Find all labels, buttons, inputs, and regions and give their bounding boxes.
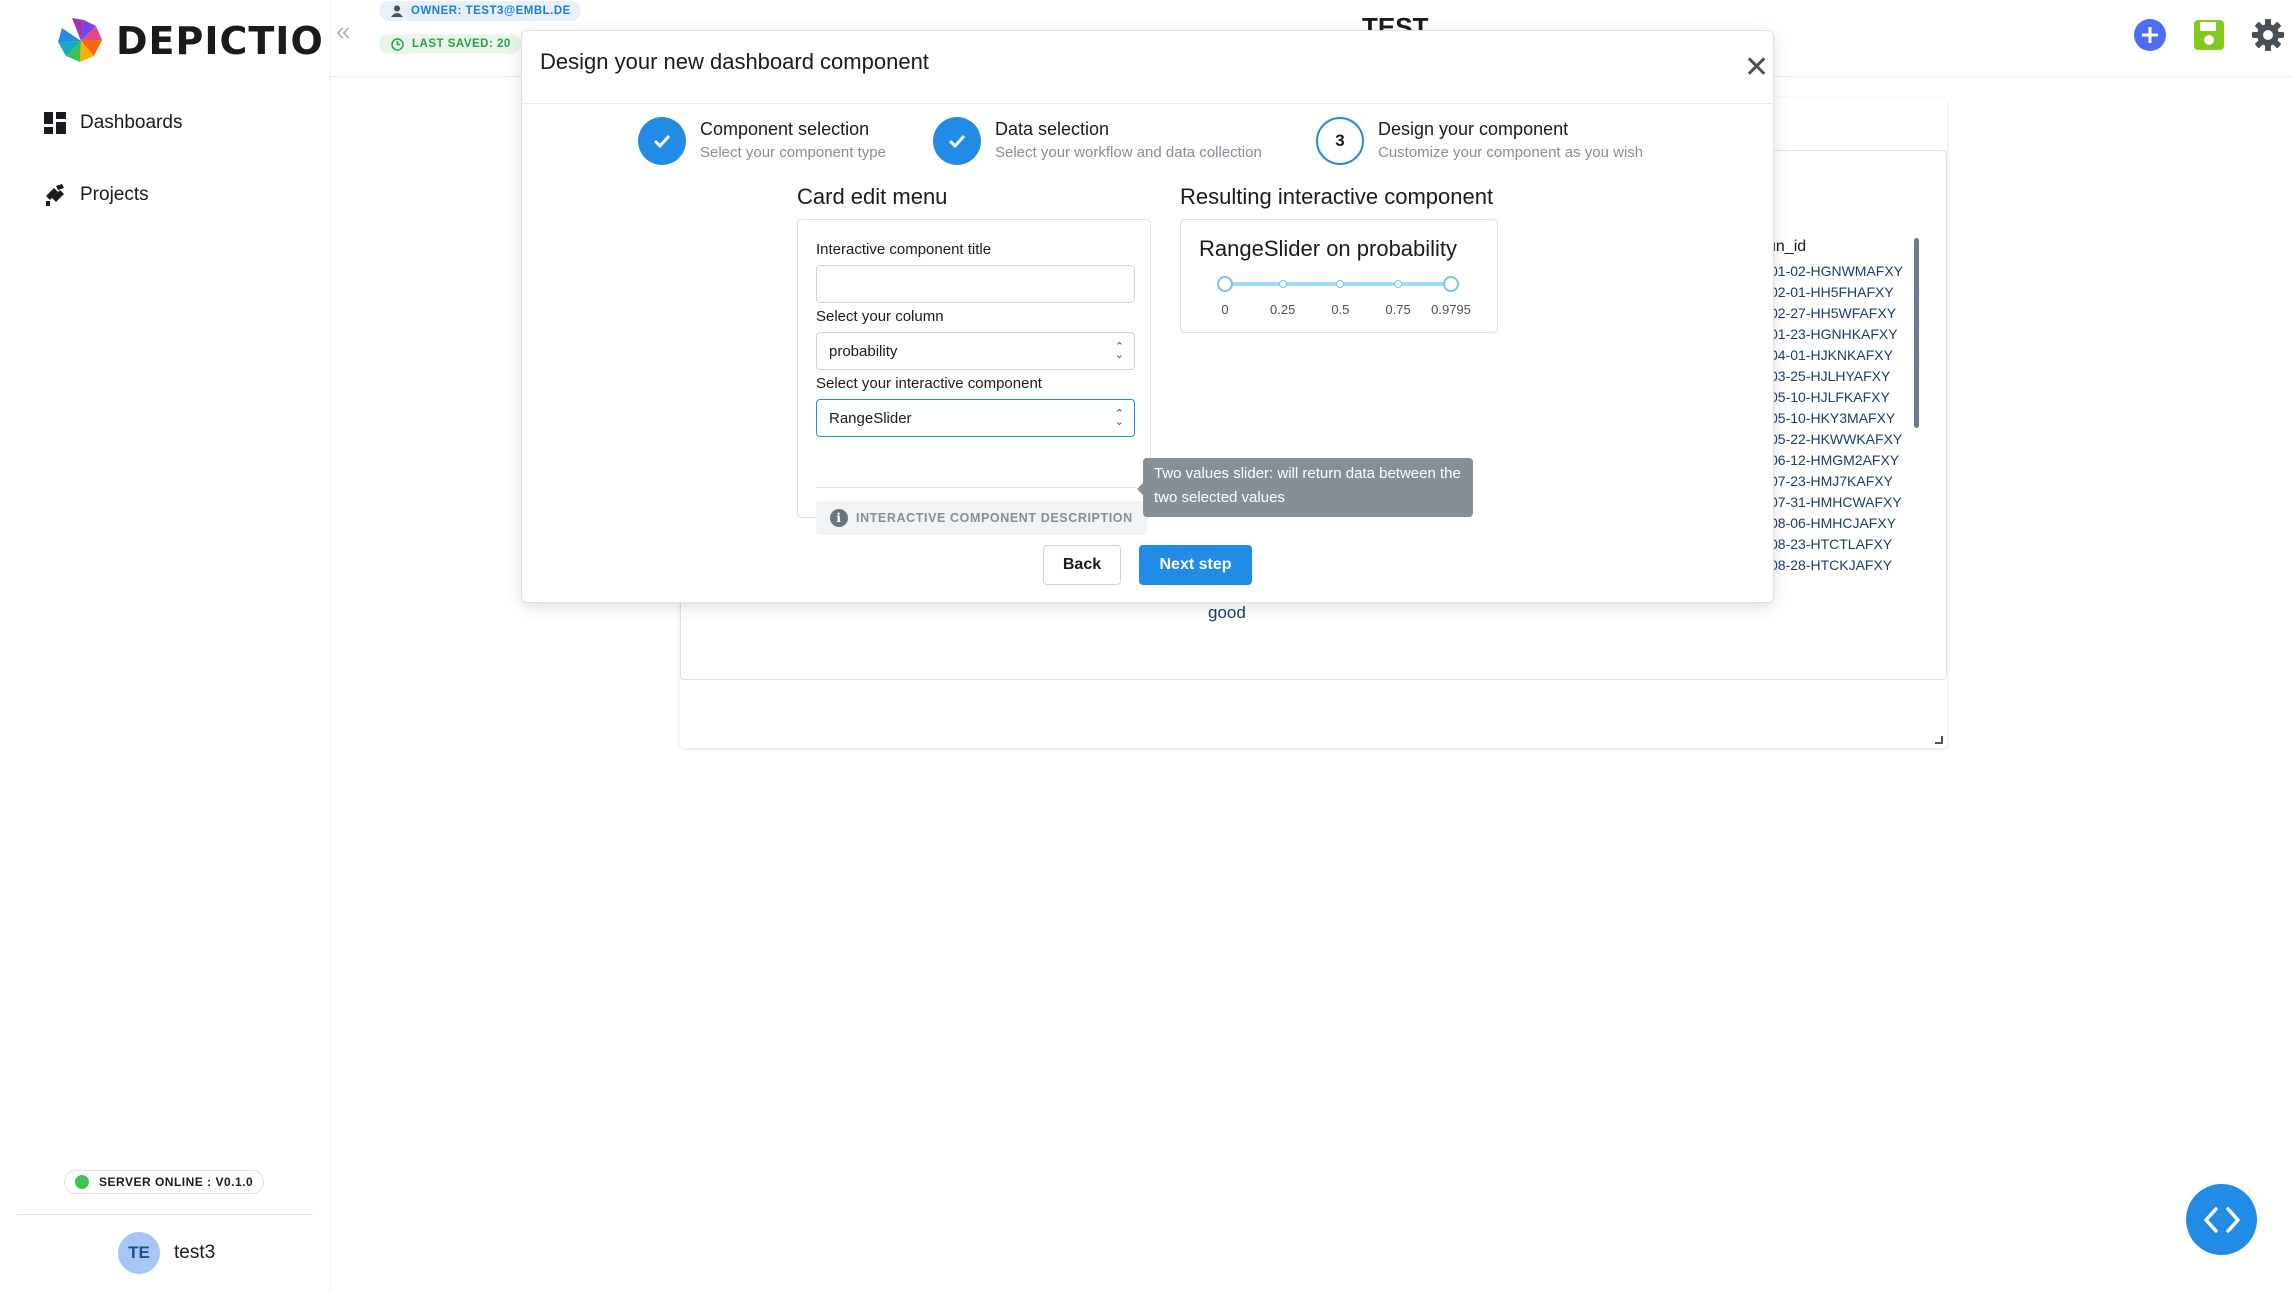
step-title: Component selection [700, 119, 870, 139]
column-select-label: Select your column [816, 308, 944, 325]
table-cell: good [1208, 603, 1246, 622]
table-scrollbar[interactable] [1914, 238, 1919, 428]
range-slider-min-thumb[interactable] [1217, 276, 1233, 292]
close-icon[interactable]: ✕ [1744, 53, 1769, 83]
sidebar: DEPICTIO Dashboards Projects SERVER ONLI… [0, 0, 331, 1293]
server-status-text: SERVER ONLINE : V0.1.0 [99, 1175, 254, 1189]
table-row: 07-23-HMJ7KAFXY [1770, 473, 1893, 489]
last-saved-badge: LAST SAVED: 20 [379, 34, 521, 54]
design-component-modal: Design your new dashboard component ✕ Co… [521, 30, 1774, 603]
user-profile[interactable]: TE test3 [118, 1232, 215, 1274]
info-icon: i [830, 509, 848, 527]
sidebar-item-label: Projects [80, 184, 149, 205]
table-row: 08-06-HMHCJAFXY [1770, 515, 1897, 531]
range-slider-max-thumb[interactable] [1443, 276, 1459, 292]
sidebar-item-label: Dashboards [80, 112, 183, 133]
component-description-label: INTERACTIVE COMPONENT DESCRIPTION [856, 511, 1133, 525]
component-select[interactable]: RangeSlider ⌃ ⌄ [816, 399, 1135, 437]
check-icon [638, 117, 686, 165]
avatar: TE [118, 1232, 160, 1274]
chevron-updown-icon: ⌃ ⌄ [1114, 408, 1124, 428]
owner-badge: OWNER: TEST3@EMBL.DE [379, 1, 581, 21]
last-saved-text: LAST SAVED: 20 [412, 38, 511, 50]
table-row: 07-31-HMHCWAFXY [1770, 494, 1902, 510]
brand-name: DEPICTIO [116, 19, 324, 63]
slider-mark [1278, 280, 1287, 288]
divider [816, 487, 1135, 488]
server-status-badge: SERVER ONLINE : V0.1.0 [64, 1170, 265, 1194]
collapse-sidebar-icon[interactable]: « [336, 16, 350, 47]
component-select-value: RangeSlider [829, 409, 912, 427]
slider-mark-label: 0 [1221, 302, 1229, 317]
result-preview-card: RangeSlider on probability 0 0.25 0.5 0.75 0… [1180, 219, 1498, 333]
table-row: 08-28-HTCKJAFXY [1770, 557, 1893, 573]
user-icon [391, 5, 403, 17]
table-rows: 01-02-HGNWMAFXY 02-01-HH5FHAFXY 02-27-HH… [1770, 261, 1903, 576]
sidebar-item-projects[interactable]: Projects [44, 184, 149, 206]
column-select-value: probability [829, 342, 898, 360]
step-description: Select your workflow and data collection [995, 144, 1262, 161]
status-dot-icon [75, 1175, 89, 1189]
table-row: 03-25-HJLHYAFXY [1770, 368, 1891, 384]
back-button[interactable]: Back [1043, 545, 1121, 585]
divider [522, 103, 1773, 104]
slider-mark [1336, 280, 1345, 288]
slider-mark-label: 0.25 [1270, 302, 1296, 317]
settings-gear-icon[interactable] [2251, 18, 2285, 52]
user-name: test3 [174, 1242, 216, 1263]
component-description-button[interactable]: i INTERACTIVE COMPONENT DESCRIPTION [816, 501, 1147, 535]
slider-mark [1394, 280, 1403, 288]
table-row: 02-27-HH5WFAFXY [1770, 305, 1897, 321]
column-select[interactable]: probability ⌃ ⌄ [816, 332, 1135, 370]
add-component-icon[interactable] [2133, 18, 2167, 52]
clock-icon [391, 37, 404, 51]
table-row: 05-10-HKY3MAFXY [1770, 410, 1896, 426]
next-step-button[interactable]: Next step [1139, 545, 1252, 585]
table-row: 05-22-HKWWKAFXY [1770, 431, 1903, 447]
result-heading: Resulting interactive component [1180, 184, 1494, 209]
step-number: 3 [1316, 117, 1364, 165]
resize-handle-icon[interactable] [1935, 736, 1943, 744]
check-icon [933, 117, 981, 165]
step-data-selection[interactable]: Data selection Select your workflow and … [933, 117, 1262, 165]
table-row: 04-01-HJKNKAFXY [1770, 347, 1893, 363]
table-row: 02-01-HH5FHAFXY [1770, 284, 1894, 300]
projects-icon [46, 184, 64, 206]
step-component-selection[interactable]: Component selection Select your componen… [638, 117, 886, 165]
slider-mark-label: 0.9795 [1431, 302, 1471, 317]
step-description: Customize your component as you wish [1378, 144, 1644, 161]
slider-mark-label: 0.5 [1331, 302, 1350, 317]
card-edit-menu-heading: Card edit menu [797, 184, 948, 209]
range-slider-title: RangeSlider on probability [1199, 236, 1458, 261]
step-description: Select your component type [700, 144, 886, 161]
title-input[interactable] [816, 265, 1135, 303]
dashboard-icon [44, 112, 66, 134]
owner-badge-text: OWNER: TEST3@EMBL.DE [411, 5, 571, 17]
title-field-label: Interactive component title [816, 241, 992, 258]
table-row: 01-02-HGNWMAFXY [1770, 263, 1904, 279]
table-row: 08-23-HTCTLAFXY [1770, 536, 1893, 552]
sidebar-item-dashboards[interactable]: Dashboards [44, 112, 182, 134]
modal-title: Design your new dashboard component [540, 49, 929, 74]
step-title: Data selection [995, 119, 1110, 139]
table-row: 01-23-HGNHKAFXY [1770, 326, 1898, 342]
table-row: 06-12-HMGM2AFXY [1770, 452, 1900, 468]
slider-mark-label: 0.75 [1385, 302, 1411, 317]
code-toggle-button[interactable] [2186, 1184, 2257, 1255]
depictio-logo-icon [58, 18, 102, 62]
description-tooltip: Two values slider: will return data betw… [1143, 458, 1473, 517]
step-title: Design your component [1378, 119, 1569, 139]
save-icon[interactable] [2192, 18, 2226, 52]
component-select-label: Select your interactive component [816, 375, 1042, 392]
logo[interactable]: DEPICTIO [54, 16, 324, 66]
table-row: 05-10-HJLFKAFXY [1770, 389, 1890, 405]
step-design-component[interactable]: 3 Design your component Customize your c… [1316, 117, 1643, 165]
code-icon [2203, 1206, 2240, 1233]
card-edit-menu: Interactive component title Select your … [797, 219, 1151, 535]
chevron-updown-icon: ⌃ ⌄ [1114, 341, 1124, 361]
divider [18, 1214, 313, 1215]
